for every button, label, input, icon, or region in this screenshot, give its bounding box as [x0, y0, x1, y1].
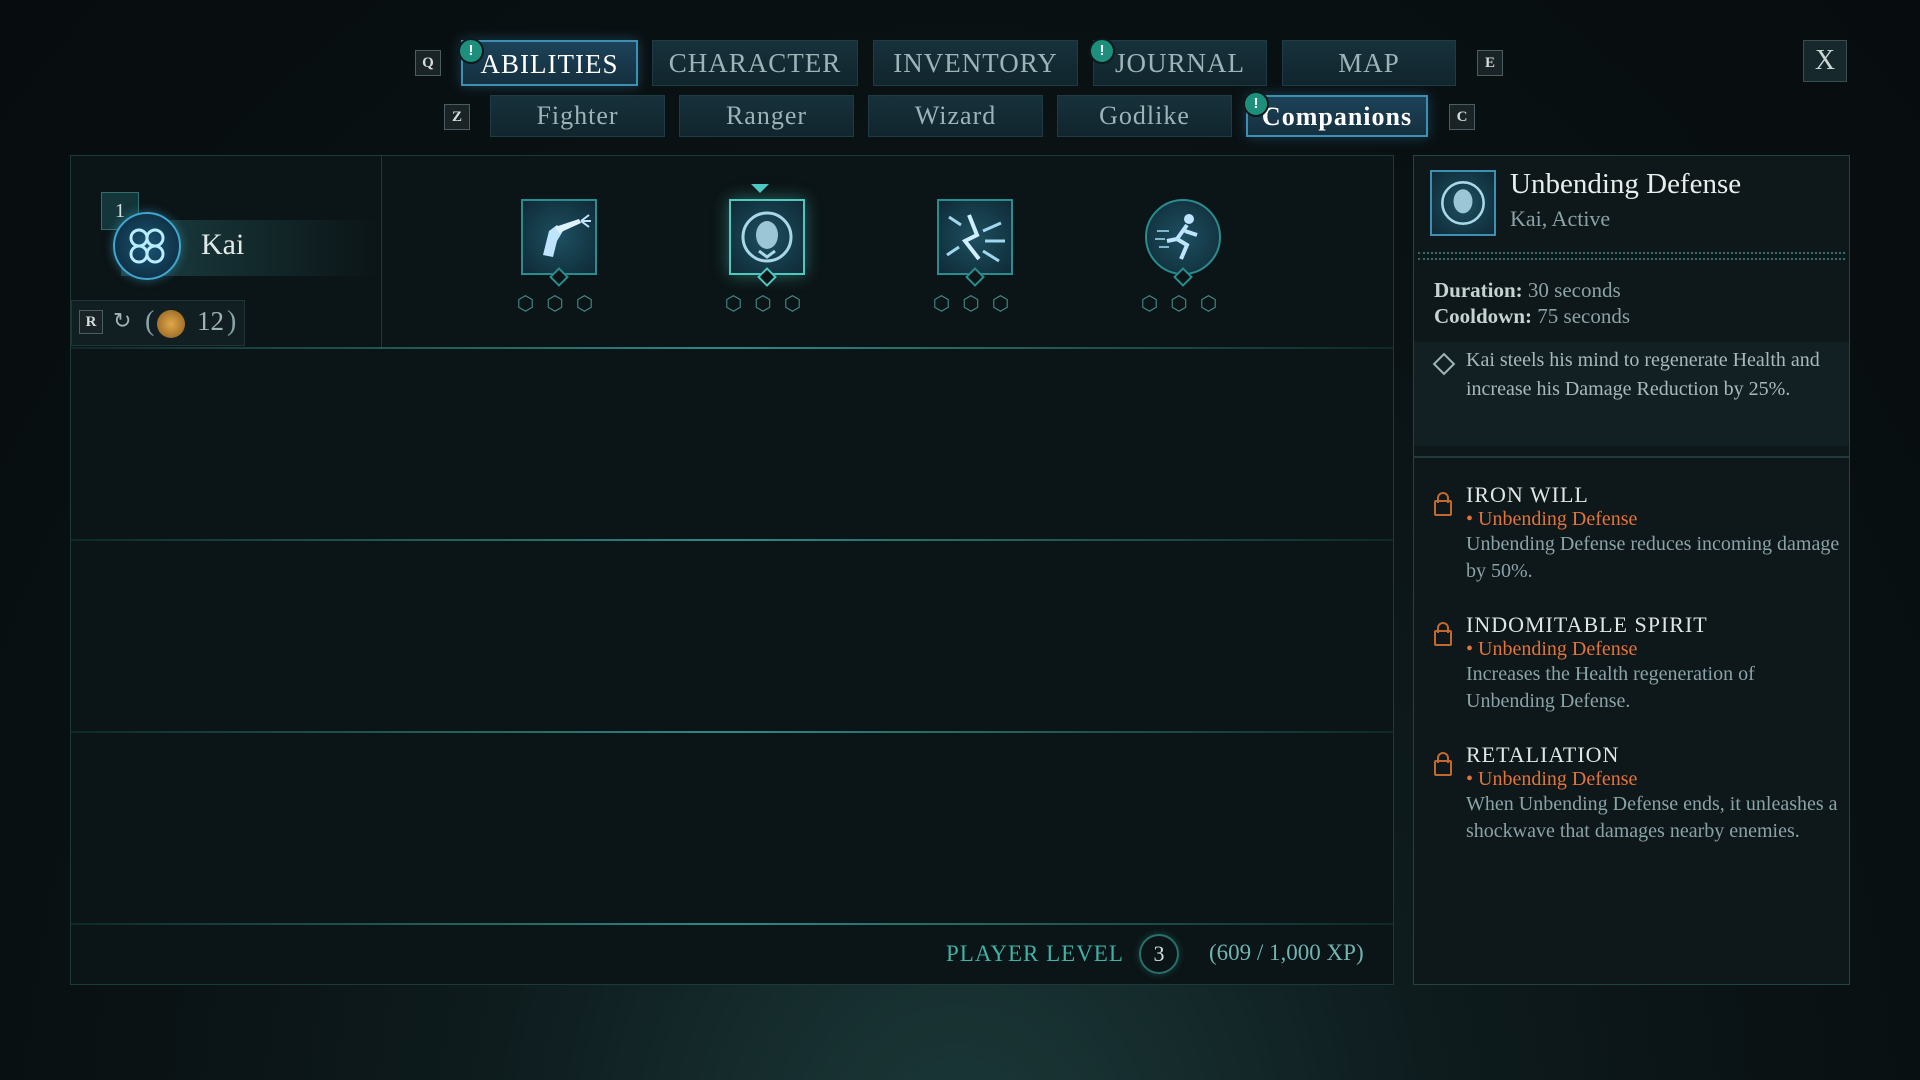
tab-godlike-label: Godlike	[1099, 101, 1190, 130]
companions-notification-icon: !	[1243, 91, 1269, 117]
points-close-paren: )	[227, 306, 237, 337]
tab-inventory-label: INVENTORY	[893, 48, 1058, 78]
shotgun-blast-icon	[543, 214, 591, 257]
ability-2-upgrade-pips: ⬡⬡⬡	[724, 291, 814, 315]
row-divider	[71, 539, 1393, 541]
row-divider	[71, 923, 1393, 925]
perk-name: INDOMITABLE SPIRIT	[1466, 612, 1708, 637]
tab-character[interactable]: CHARACTER	[652, 40, 858, 86]
dash-icon	[1155, 214, 1198, 260]
ability-slot-4[interactable]	[1145, 199, 1221, 275]
perk-tag: • Unbending Defense	[1466, 638, 1638, 660]
tab-character-label: CHARACTER	[668, 48, 842, 78]
shockwave-icon	[946, 214, 1005, 263]
journal-notification-icon: !	[1089, 38, 1115, 64]
tab-journal-label: JOURNAL	[1114, 48, 1245, 78]
player-level-value: 3	[1153, 941, 1165, 966]
tab-wizard-label: Wizard	[914, 101, 997, 130]
ability-3-upgrade-pips: ⬡⬡⬡	[932, 291, 1022, 315]
ability-slot-2[interactable]	[729, 199, 805, 275]
perk-tag: • Unbending Defense	[1466, 508, 1638, 530]
companion-emblem-icon	[129, 228, 165, 264]
perk-description: When Unbending Defense ends, it unleashe…	[1466, 793, 1838, 842]
ability-tree-panel: 1 Kai R ↻ ( 12 ) ⬡⬡⬡ ⬡⬡⬡ ⬡⬡⬡ ⬡⬡⬡ PLAYER …	[70, 155, 1394, 985]
ability-slot-3[interactable]	[937, 199, 1013, 275]
abilities-notification-icon: !	[458, 38, 484, 64]
lock-icon	[1434, 492, 1452, 516]
cooldown-row: Cooldown: 75 seconds	[1434, 304, 1630, 329]
points-open-paren: (	[145, 306, 155, 337]
tab-fighter[interactable]: Fighter	[490, 95, 665, 137]
tab-godlike[interactable]: Godlike	[1057, 95, 1232, 137]
tab-companions[interactable]: Companions	[1246, 95, 1428, 137]
perk-description: Increases the Health regeneration of Unb…	[1466, 663, 1755, 712]
detail-divider	[1414, 456, 1849, 458]
prev-tab-key[interactable]: Q	[415, 50, 441, 76]
close-button[interactable]: X	[1803, 40, 1847, 82]
detail-subtitle: Kai, Active	[1510, 206, 1611, 231]
cooldown-value: 75 seconds	[1537, 304, 1631, 328]
player-level-badge: 3	[1139, 934, 1179, 974]
ability-4-upgrade-pips: ⬡⬡⬡	[1140, 291, 1230, 315]
ability-point-coin-icon	[157, 310, 185, 338]
ability-slot-1[interactable]	[521, 199, 597, 275]
detail-ability-icon	[1430, 170, 1496, 236]
duration-row: Duration: 30 seconds	[1434, 278, 1621, 303]
tab-map-label: MAP	[1338, 48, 1400, 78]
tab-ranger[interactable]: Ranger	[679, 95, 854, 137]
tab-ranger-label: Ranger	[725, 101, 808, 130]
tab-wizard[interactable]: Wizard	[868, 95, 1043, 137]
detail-ornament-divider	[1418, 252, 1845, 260]
prev-subtab-key[interactable]: Z	[444, 104, 470, 130]
row-divider	[71, 731, 1393, 733]
selected-indicator-icon	[751, 184, 769, 193]
perk-retaliation[interactable]: RETALIATION • Unbending Defense When Unb…	[1434, 742, 1844, 845]
respec-icon[interactable]: ↻	[113, 310, 137, 334]
tab-abilities-label: ABILITIES	[480, 49, 619, 79]
next-subtab-key[interactable]: C	[1449, 104, 1475, 130]
perk-description: Unbending Defense reduces incoming damag…	[1466, 533, 1840, 582]
duration-label: Duration:	[1434, 278, 1523, 302]
tab-inventory[interactable]: INVENTORY	[873, 40, 1078, 86]
unbending-defense-icon	[1441, 181, 1485, 225]
duration-value: 30 seconds	[1527, 278, 1621, 302]
reset-key[interactable]: R	[79, 310, 103, 334]
tab-fighter-label: Fighter	[536, 101, 619, 130]
perk-name: RETALIATION	[1466, 742, 1620, 767]
perk-iron-will[interactable]: IRON WILL • Unbending Defense Unbending …	[1434, 482, 1844, 585]
row-divider	[71, 347, 1393, 349]
next-tab-key[interactable]: E	[1477, 50, 1503, 76]
ability-description: Kai steels his mind to regenerate Health…	[1466, 349, 1820, 400]
ability-detail-panel: Unbending Defense Kai, Active Duration: …	[1413, 155, 1850, 985]
tab-journal[interactable]: JOURNAL	[1093, 40, 1267, 86]
cooldown-label: Cooldown:	[1434, 304, 1533, 328]
companion-name: Kai	[201, 228, 245, 261]
perk-indomitable-spirit[interactable]: INDOMITABLE SPIRIT • Unbending Defense I…	[1434, 612, 1844, 715]
companion-portrait[interactable]	[113, 212, 181, 280]
perk-name: IRON WILL	[1466, 482, 1589, 507]
tab-map[interactable]: MAP	[1282, 40, 1456, 86]
ability-1-upgrade-pips: ⬡⬡⬡	[516, 291, 606, 315]
lock-icon	[1434, 622, 1452, 646]
player-xp: (609 / 1,000 XP)	[1209, 940, 1364, 965]
ability-points-count: 12	[197, 306, 224, 336]
detail-title: Unbending Defense	[1510, 168, 1742, 200]
perk-tag: • Unbending Defense	[1466, 768, 1638, 790]
lock-icon	[1434, 752, 1452, 776]
player-level-label: PLAYER LEVEL	[946, 941, 1124, 966]
tab-companions-label: Companions	[1261, 102, 1413, 131]
tab-abilities[interactable]: ABILITIES	[461, 40, 638, 86]
unbending-defense-icon	[741, 211, 793, 263]
